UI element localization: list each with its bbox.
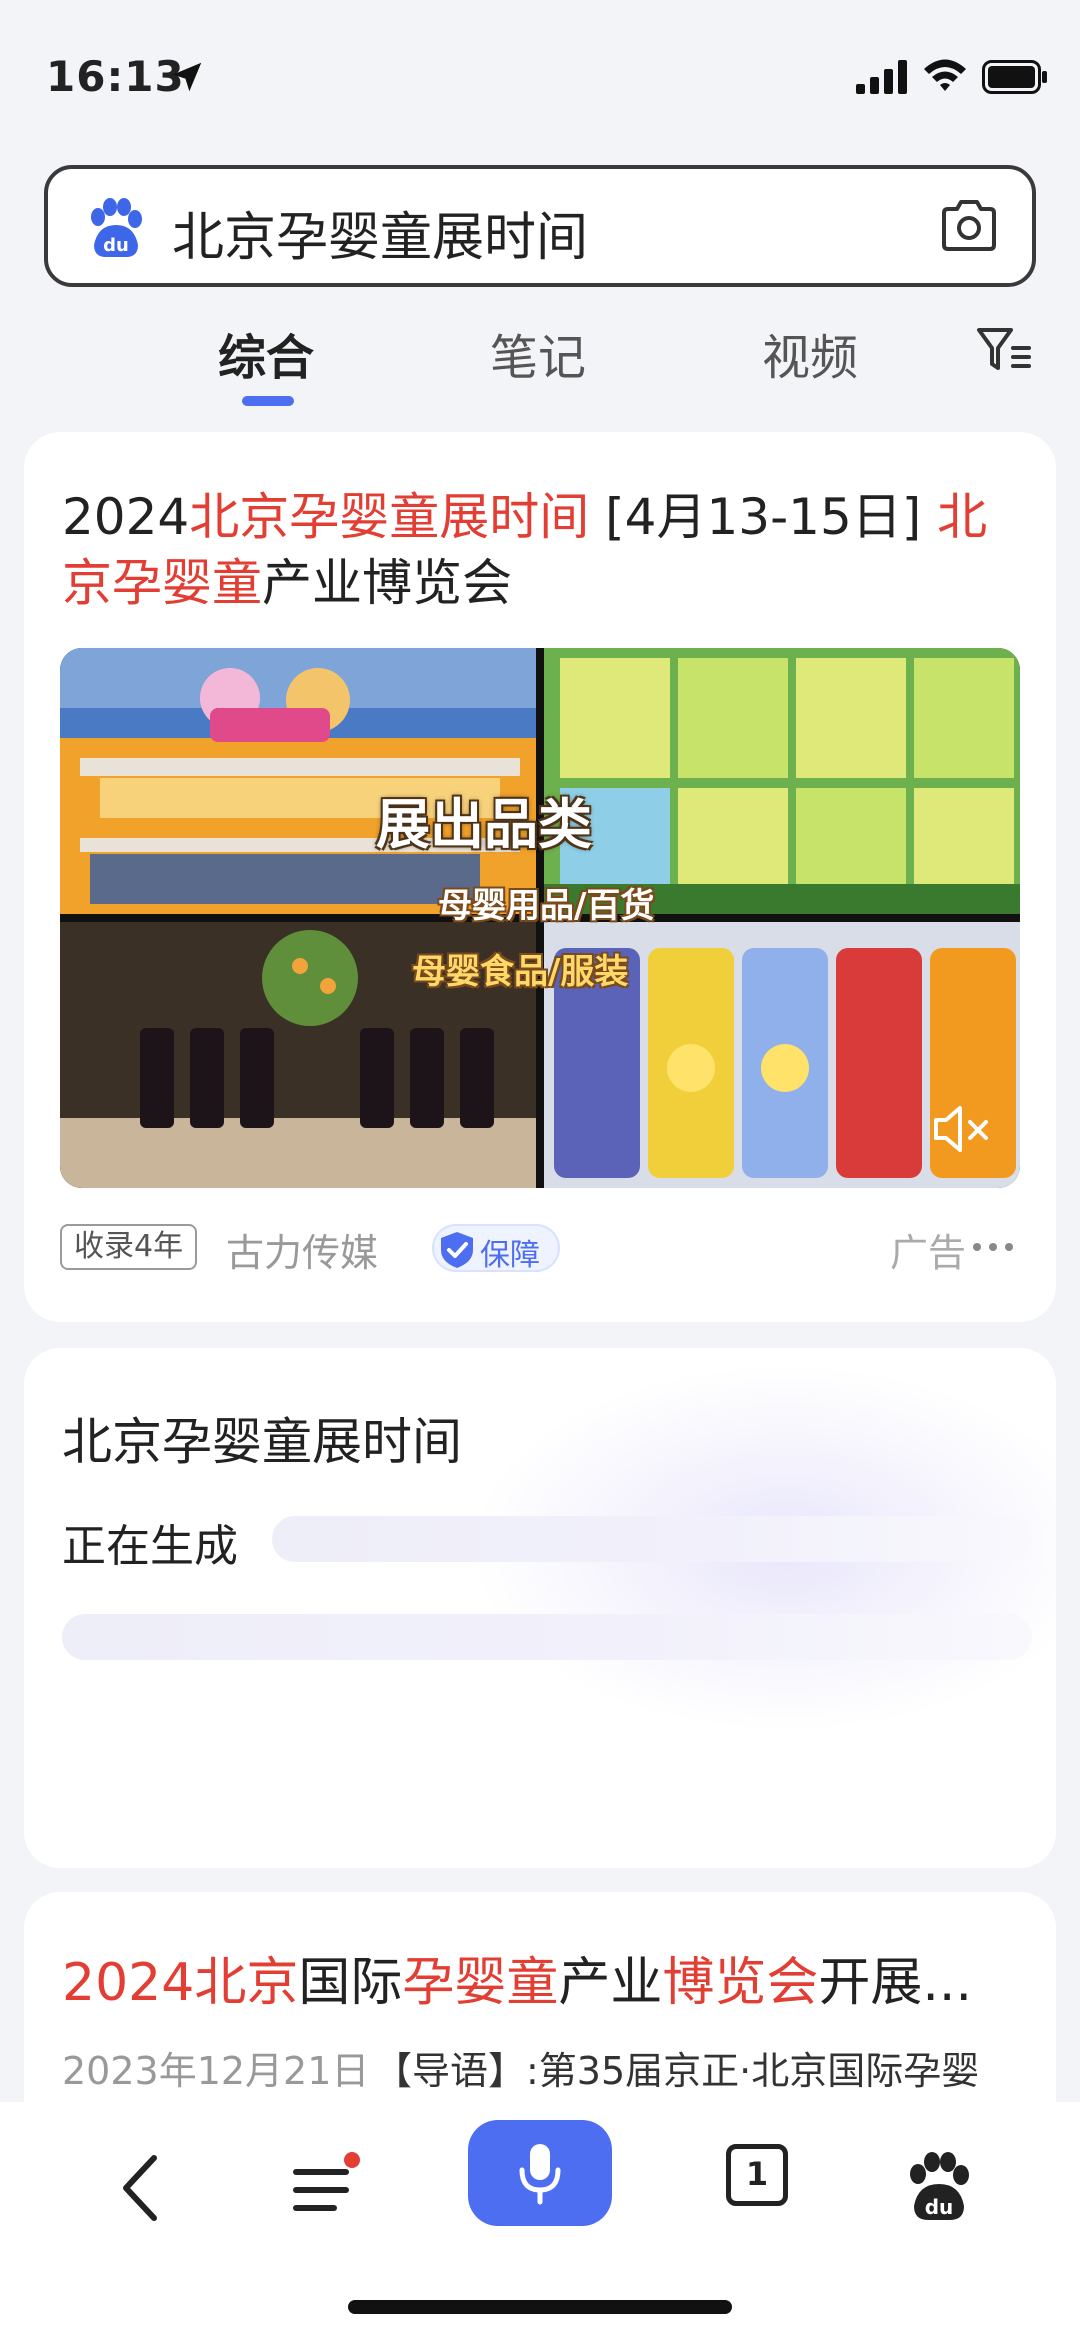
ai-answer-title: 北京孕婴童展时间 xyxy=(62,1413,462,1471)
location-arrow-icon xyxy=(172,62,202,92)
shield-check-icon xyxy=(441,1232,473,1268)
menu-icon[interactable] xyxy=(290,2150,360,2226)
ad-video-thumbnail[interactable]: 展出品类 母婴用品/百货 母婴食品/服装 xyxy=(60,648,1020,1188)
notification-dot xyxy=(344,2152,360,2168)
tab-videos[interactable]: 视频 xyxy=(762,318,858,388)
result-title-part: 国际 xyxy=(298,1953,403,2013)
result-title-part: 博览会 xyxy=(662,1953,819,2013)
more-options-icon[interactable] xyxy=(970,1232,1016,1262)
tab-indicator xyxy=(242,396,294,406)
ad-title-date: [4月13-15日] xyxy=(589,488,938,546)
ad-title-year: 2024 xyxy=(62,488,190,546)
filter-icon[interactable] xyxy=(975,324,1033,376)
tabs-count: 1 xyxy=(745,2155,769,2193)
guarantee-badge[interactable]: 保障 xyxy=(432,1224,560,1273)
voice-search-button[interactable] xyxy=(468,2120,612,2226)
search-input[interactable]: du 北京孕婴童展时间 xyxy=(44,165,1036,287)
result-title-part: 孕婴童 xyxy=(402,1953,559,2013)
ad-title-highlight-1: 北京孕婴童展时间 xyxy=(189,488,590,546)
result-title-part: 产业 xyxy=(558,1953,663,2013)
ad-title-tail: 产业博览会 xyxy=(262,554,512,612)
tab-all[interactable]: 综合 xyxy=(218,318,314,388)
ai-answer-card[interactable]: 北京孕婴童展时间 正在生成 xyxy=(24,1348,1056,1868)
baidu-paw-icon: du xyxy=(91,198,142,257)
back-icon[interactable] xyxy=(110,2150,172,2226)
ad-result-card[interactable]: 2024北京孕婴童展时间 [4月13-15日] 北京孕婴童产业博览会 展出品类 … xyxy=(24,432,1056,1322)
loading-skeleton-line xyxy=(62,1614,1032,1660)
baidu-home-icon[interactable]: du xyxy=(904,2150,974,2224)
signal-icon xyxy=(856,60,907,94)
media-label-supplies: 母婴用品/百货 xyxy=(438,886,655,926)
result-title[interactable]: 2024北京国际孕婴童产业博览会开展... xyxy=(62,1940,972,2015)
result-title-part: 开展... xyxy=(818,1953,972,2013)
search-tabs: 综合 笔记 视频 xyxy=(0,300,1080,410)
ad-title[interactable]: 2024北京孕婴童展时间 [4月13-15日] 北京孕婴童产业博览会 xyxy=(62,484,1022,616)
ad-label: 广告 xyxy=(890,1231,967,1275)
camera-icon[interactable] xyxy=(938,197,1000,255)
svg-text:du: du xyxy=(925,2195,954,2219)
status-time: 16:13 xyxy=(46,52,185,101)
battery-icon xyxy=(982,60,1047,94)
ad-meta-row: 收录4年 古力传媒 保障 广告 xyxy=(60,1222,1020,1278)
ai-generating-status: 正在生成 xyxy=(62,1521,238,1572)
wifi-icon xyxy=(924,59,966,91)
ad-source[interactable]: 古力传媒 xyxy=(226,1222,378,1277)
tabs-icon[interactable]: 1 xyxy=(726,2144,788,2206)
result-date: 2023年12月21日 xyxy=(62,2049,370,2093)
guarantee-label: 保障 xyxy=(480,1238,540,1273)
mute-icon[interactable] xyxy=(930,1100,994,1158)
search-results-page: 16:13 du 北京孕婴童展时间 综合 笔记 视频 2024北京孕婴童展时间 … xyxy=(0,0,1080,2338)
microphone-icon xyxy=(519,2144,561,2205)
home-indicator[interactable] xyxy=(348,2300,732,2314)
media-label-food: 母婴食品/服装 xyxy=(412,952,629,992)
result-title-part: 2024北京 xyxy=(62,1953,299,2013)
media-label-main: 展出品类 xyxy=(376,793,592,856)
tab-notes[interactable]: 笔记 xyxy=(490,318,586,388)
status-bar: 16:13 xyxy=(0,0,1080,150)
result-snippet: 【导语】:第35届京正·北京国际孕婴 xyxy=(374,2049,980,2093)
indexed-years-badge: 收录4年 xyxy=(60,1224,198,1270)
svg-text:du: du xyxy=(103,235,129,256)
loading-skeleton-line xyxy=(272,1516,1032,1562)
search-query[interactable]: 北京孕婴童展时间 xyxy=(172,195,588,270)
